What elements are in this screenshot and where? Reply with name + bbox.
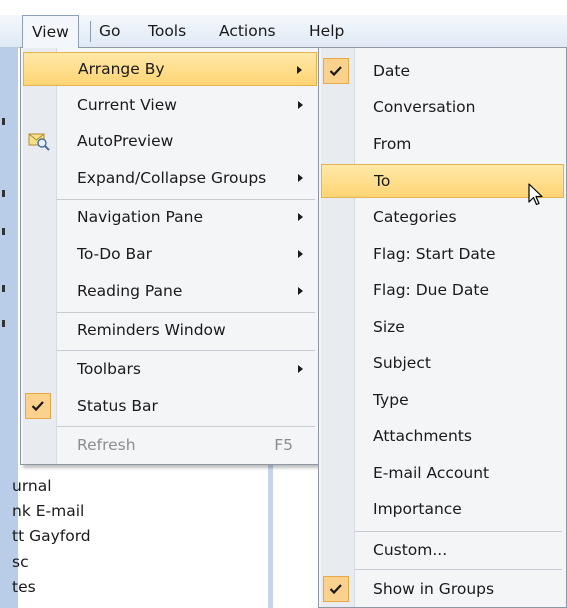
menu-item-label: Status Bar [77,397,158,415]
menu-item-label: Current View [77,96,177,114]
menu-separator [57,350,315,351]
submenu-item-attachments[interactable]: Attachments [321,419,564,453]
submenu-item-from[interactable]: From [321,127,564,161]
checkmark-icon [323,576,349,602]
menu-item-label: Arrange By [78,60,165,78]
submenu-item-importance[interactable]: Importance [321,492,564,526]
menu-separator [90,21,91,42]
submenu-item-email-account[interactable]: E-mail Account [321,456,564,490]
menu-item-label: Categories [373,208,457,226]
menu-actions-label: Actions [219,22,276,40]
menu-item-label: Navigation Pane [77,208,204,226]
menu-item-label: From [373,135,412,153]
pane-fragment-mark [2,118,5,125]
menu-item-refresh: Refresh F5 [23,428,317,462]
menu-view-label: View [32,23,69,41]
submenu-item-conversation[interactable]: Conversation [321,90,564,124]
checkmark-icon [25,393,51,419]
menu-item-label: Refresh [77,436,136,454]
menu-item-label: Custom... [373,541,448,559]
menu-item-label: Toolbars [77,360,141,378]
nav-item-junk-email[interactable]: nk E-mail [12,502,84,520]
submenu-item-show-in-groups[interactable]: Show in Groups [321,572,564,606]
menu-help-label: Help [309,22,345,40]
menu-item-label: Reading Pane [77,282,183,300]
menu-item-shortcut: F5 [274,436,293,454]
menu-item-current-view[interactable]: Current View [23,88,317,122]
menu-item-expand-collapse-groups[interactable]: Expand/Collapse Groups [23,161,317,195]
menu-item-label: Reminders Window [77,321,226,339]
menu-tools-label: Tools [148,22,187,40]
menu-item-label: Expand/Collapse Groups [77,169,267,187]
pane-fragment-mark [2,320,5,327]
menu-item-label: Flag: Start Date [373,245,496,263]
menu-item-label: To [374,172,391,190]
nav-item-misc[interactable]: sc [12,553,29,571]
menu-item-label: Size [373,318,405,336]
menu-item-label: Flag: Due Date [373,281,489,299]
arrange-by-submenu: Date Conversation From To Categories Fla… [318,47,567,608]
menu-item-label: Importance [373,500,462,518]
submenu-arrow-icon [298,287,303,295]
mouse-cursor-icon [528,183,544,213]
menu-item-label: Date [373,62,411,80]
submenu-arrow-icon [298,250,303,258]
submenu-item-subject[interactable]: Subject [321,346,564,380]
nav-item-notes[interactable]: tes [12,578,36,596]
submenu-arrow-icon [298,174,303,182]
submenu-arrow-icon [298,365,303,373]
submenu-item-flag-due-date[interactable]: Flag: Due Date [321,273,564,307]
menu-separator [57,426,315,427]
menu-actions[interactable]: Actions [219,15,276,47]
menu-item-autopreview[interactable]: AutoPreview [23,124,317,158]
pane-fragment-mark [2,190,5,197]
menu-item-label: Attachments [373,427,472,445]
menu-item-label: Conversation [373,98,476,116]
submenu-arrow-icon [298,213,303,221]
menu-go[interactable]: Go [99,15,121,47]
pane-fragment-mark [2,228,5,235]
menu-item-todo-bar[interactable]: To-Do Bar [23,237,317,271]
menu-separator [355,569,562,570]
submenu-item-size[interactable]: Size [321,310,564,344]
menu-item-label: To-Do Bar [77,245,153,263]
navigation-pane-edge [0,48,18,608]
menu-item-status-bar[interactable]: Status Bar [23,389,317,423]
nav-item-gayford[interactable]: tt Gayford [12,527,91,545]
menu-item-arrange-by[interactable]: Arrange By [23,52,317,86]
submenu-item-type[interactable]: Type [321,383,564,417]
menu-view[interactable]: View [22,15,79,48]
checkmark-icon [323,58,349,84]
menu-tools[interactable]: Tools [148,15,186,47]
menu-item-label: Subject [373,354,431,372]
menu-item-label: E-mail Account [373,464,490,482]
menu-item-reminders-window[interactable]: Reminders Window [23,313,317,347]
menu-item-label: AutoPreview [77,132,174,150]
view-menu: Arrange By Current View AutoPreview Expa… [20,47,320,465]
menu-item-navigation-pane[interactable]: Navigation Pane [23,200,317,234]
autopreview-icon [27,129,51,153]
menu-bar: View Go Tools Actions Help [0,15,567,48]
menu-item-toolbars[interactable]: Toolbars [23,352,317,386]
submenu-arrow-icon [297,66,302,74]
submenu-arrow-icon [298,101,303,109]
menu-item-label: Show in Groups [373,580,495,598]
menu-go-label: Go [99,22,121,40]
menu-separator [355,531,562,532]
nav-item-journal[interactable]: urnal [12,477,52,495]
submenu-item-custom[interactable]: Custom... [321,533,564,567]
menu-item-label: Type [373,391,409,409]
submenu-item-date[interactable]: Date [321,54,564,88]
pane-fragment-mark [2,285,5,292]
menu-help[interactable]: Help [309,15,344,47]
menu-item-reading-pane[interactable]: Reading Pane [23,274,317,308]
submenu-item-flag-start-date[interactable]: Flag: Start Date [321,237,564,271]
